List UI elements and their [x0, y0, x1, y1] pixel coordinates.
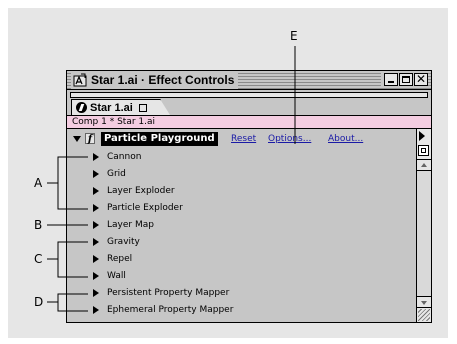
callout-a: A	[34, 176, 43, 190]
callout-b: B	[34, 218, 43, 232]
callout-leader-lines	[47, 46, 296, 312]
callout-c: C	[34, 252, 43, 266]
callout-e: E	[290, 29, 298, 43]
callout-d: D	[34, 295, 44, 309]
